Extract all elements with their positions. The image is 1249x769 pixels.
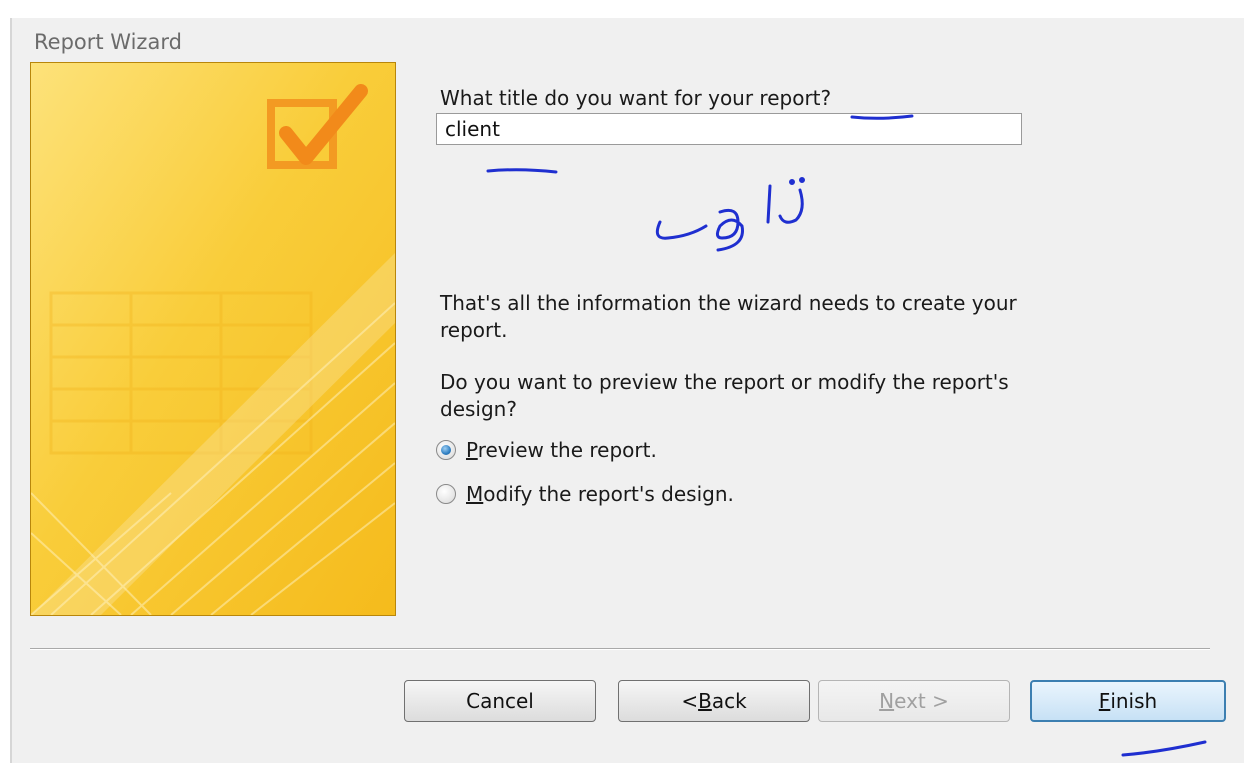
next-button[interactable]: Next > bbox=[818, 680, 1010, 722]
preview-radio-button[interactable] bbox=[436, 440, 456, 460]
info-text-line1: That's all the information the wizard ne… bbox=[440, 291, 1017, 315]
modify-option-label: Modify the report's design. bbox=[466, 482, 734, 506]
report-title-input[interactable] bbox=[436, 113, 1022, 145]
title-question: What title do you want for your report? bbox=[440, 86, 832, 110]
window-title: Report Wizard bbox=[34, 30, 182, 54]
cancel-button[interactable]: Cancel bbox=[404, 680, 596, 722]
preview-question-line2: design? bbox=[440, 397, 517, 421]
option-preview-report[interactable]: Preview the report. bbox=[436, 438, 657, 462]
button-separator bbox=[30, 648, 1210, 650]
preview-question-line1: Do you want to preview the report or mod… bbox=[440, 370, 1009, 394]
finish-button[interactable]: Finish bbox=[1030, 680, 1226, 722]
info-text-line2: report. bbox=[440, 318, 508, 342]
screen-edge bbox=[0, 18, 10, 769]
preview-option-label: Preview the report. bbox=[466, 438, 657, 462]
modify-radio-button[interactable] bbox=[436, 484, 456, 504]
banner-graphic bbox=[31, 63, 395, 615]
wizard-banner-image bbox=[30, 62, 396, 616]
option-modify-design[interactable]: Modify the report's design. bbox=[436, 482, 734, 506]
back-button[interactable]: < Back bbox=[618, 680, 810, 722]
